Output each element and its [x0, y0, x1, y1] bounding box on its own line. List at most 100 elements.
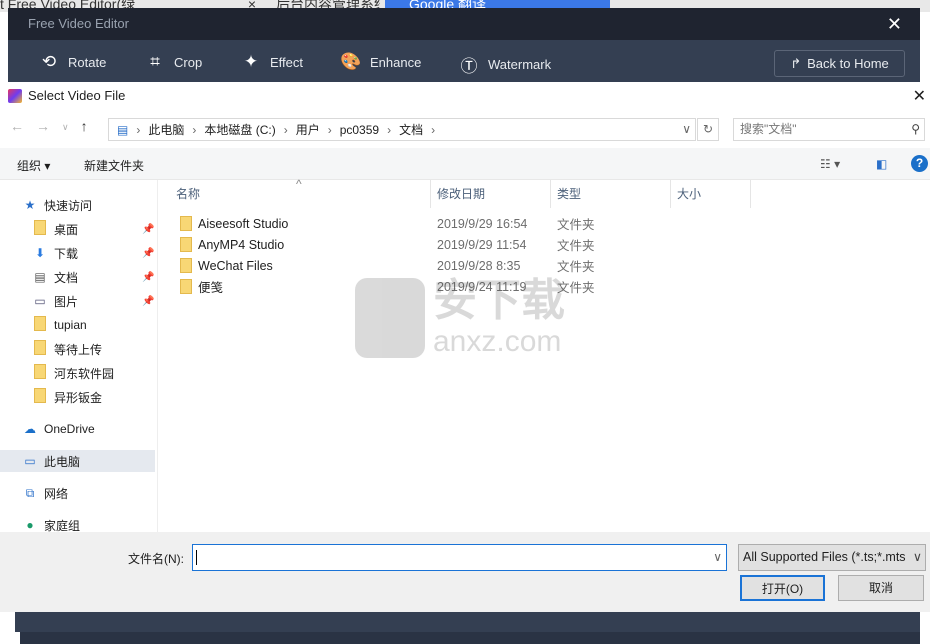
- chevron-down-icon[interactable]: ∨: [682, 122, 691, 136]
- star-icon: ★: [24, 198, 36, 212]
- watermark-button[interactable]: Ⓣ Watermark: [458, 52, 552, 77]
- picture-icon: ▭: [34, 294, 46, 308]
- sidebar-item[interactable]: ⧉ 网络: [0, 482, 155, 504]
- breadcrumb-item[interactable]: 用户: [296, 121, 320, 138]
- document-icon: ▤: [34, 270, 46, 284]
- search-icon: ⚲: [911, 122, 920, 136]
- sidebar-item-label: 下载: [54, 246, 79, 261]
- app-title: Free Video Editor: [28, 16, 129, 31]
- address-bar[interactable]: ▤ › 此电脑 › 本地磁盘 (C:) › 用户 › pc0359 › 文档 › ∨: [108, 118, 696, 141]
- tool-label: Enhance: [370, 54, 422, 70]
- palette-icon: 🎨: [340, 52, 362, 71]
- search-input[interactable]: 搜索"文档" ⚲: [733, 118, 925, 141]
- folder-icon: [180, 237, 192, 252]
- breadcrumb-item[interactable]: 本地磁盘 (C:): [204, 121, 275, 138]
- close-icon[interactable]: ×: [248, 0, 256, 11]
- sidebar-item[interactable]: 异形钣金: [0, 386, 155, 408]
- sidebar-item[interactable]: 桌面 📌: [0, 218, 155, 240]
- sidebar-item-label: 快速访问: [44, 198, 93, 213]
- enhance-button[interactable]: 🎨 Enhance: [340, 52, 421, 72]
- view-options-icon[interactable]: ☷ ▾: [820, 157, 840, 171]
- folder-icon: [32, 220, 48, 238]
- back-arrow-icon[interactable]: ←: [10, 118, 24, 136]
- file-type: 文件夹: [557, 239, 595, 253]
- dialog-title-bar: Select Video File: [8, 88, 125, 103]
- open-button[interactable]: 打开(O): [740, 575, 825, 601]
- command-bar: 组织 ▾ 新建文件夹 ☷ ▾ ◧ ?: [0, 148, 930, 180]
- app-window-bottom: [15, 612, 920, 632]
- sidebar-item[interactable]: 等待上传: [0, 338, 155, 360]
- cancel-button[interactable]: 取消: [838, 575, 924, 601]
- help-icon[interactable]: ?: [911, 155, 928, 172]
- sidebar-item[interactable]: ▭ 图片 📌: [0, 290, 155, 312]
- file-type: 文件夹: [557, 260, 595, 274]
- column-header-type[interactable]: 类型: [551, 180, 671, 208]
- forward-arrow-icon[interactable]: →: [36, 118, 50, 136]
- refresh-button[interactable]: ↻: [697, 118, 719, 141]
- file-row[interactable]: Aiseesoft Studio 2019/9/29 16:54 文件夹: [176, 213, 776, 234]
- pin-icon[interactable]: 📌: [142, 248, 154, 259]
- filename-input[interactable]: ∨: [192, 544, 727, 571]
- computer-icon: ▭: [24, 454, 36, 468]
- network-icon: ⧉: [25, 485, 35, 500]
- rotate-button[interactable]: ⟲ Rotate: [38, 52, 106, 72]
- file-type-select[interactable]: All Supported Files (*.ts;*.mts ∨: [738, 544, 926, 571]
- sidebar-item[interactable]: ★ 快速访问: [0, 194, 155, 216]
- column-header-name[interactable]: 名称 ^: [170, 177, 431, 208]
- chevron-down-icon[interactable]: ∨: [62, 118, 69, 136]
- sidebar-item[interactable]: ▤ 文档 📌: [0, 266, 155, 288]
- name-text: WeChat Files: [198, 258, 273, 273]
- column-header-size[interactable]: 大小: [671, 180, 751, 208]
- sidebar-item[interactable]: 河东软件园: [0, 362, 155, 384]
- folder-icon: [32, 340, 48, 358]
- stars-icon: ✦: [243, 52, 259, 71]
- preview-pane-icon[interactable]: ◧: [876, 157, 887, 171]
- crop-button[interactable]: ⌗ Crop: [144, 52, 202, 72]
- new-folder-button[interactable]: 新建文件夹: [84, 157, 144, 174]
- sidebar-item-label: 河东软件园: [54, 366, 115, 381]
- search-placeholder: 搜索"文档": [740, 122, 797, 136]
- sidebar-item[interactable]: tupian: [0, 314, 155, 336]
- crop-icon: ⌗: [150, 52, 160, 71]
- pin-icon[interactable]: 📌: [142, 272, 154, 283]
- file-name: AnyMP4 Studio: [180, 237, 435, 252]
- sidebar-item[interactable]: ⬇ 下载 📌: [0, 242, 155, 264]
- file-name: Aiseesoft Studio: [180, 216, 435, 231]
- name-text: 便笺: [198, 281, 224, 295]
- sidebar-item[interactable]: ☁ OneDrive: [0, 418, 155, 440]
- effect-button[interactable]: ✦ Effect: [240, 52, 303, 72]
- breadcrumb-item[interactable]: pc0359: [340, 123, 379, 137]
- name-text: Aiseesoft Studio: [198, 216, 289, 231]
- pin-icon[interactable]: 📌: [142, 296, 154, 307]
- close-icon[interactable]: ✕: [913, 86, 926, 106]
- watermark-text: 安下载: [433, 276, 565, 325]
- sidebar-item-label: 网络: [44, 486, 69, 501]
- sidebar-item-label: 图片: [54, 294, 79, 309]
- document-icon: ▤: [117, 122, 129, 137]
- sidebar-item-label: 文档: [54, 270, 79, 285]
- file-row[interactable]: AnyMP4 Studio 2019/9/29 11:54 文件夹: [176, 234, 776, 255]
- breadcrumb-item[interactable]: 文档: [399, 121, 423, 138]
- dialog-title: Select Video File: [28, 88, 126, 103]
- chevron-down-icon[interactable]: ∨: [713, 550, 722, 564]
- pin-icon[interactable]: 📌: [142, 224, 154, 235]
- chevron-down-icon: ∨: [912, 545, 922, 570]
- folder-icon: [180, 258, 192, 273]
- back-to-home-button[interactable]: ↱ Back to Home: [774, 50, 905, 77]
- download-icon: ⬇: [34, 246, 46, 260]
- file-row[interactable]: WeChat Files 2019/9/28 8:35 文件夹: [176, 255, 776, 276]
- onedrive-icon: ☁: [24, 422, 36, 436]
- organize-button[interactable]: 组织 ▾: [17, 157, 50, 174]
- folder-icon: [180, 216, 192, 231]
- sidebar-item-label: 家庭组: [44, 518, 81, 533]
- sidebar-item[interactable]: ▭ 此电脑: [0, 450, 155, 472]
- header-label: 类型: [557, 187, 582, 201]
- close-icon[interactable]: ✕: [887, 14, 902, 35]
- tool-label: Crop: [174, 54, 203, 70]
- column-header-date[interactable]: 修改日期: [431, 180, 551, 208]
- up-arrow-icon[interactable]: ↑: [81, 118, 88, 136]
- app-window-shadow: [20, 632, 920, 644]
- file-dialog: Select Video File ✕ ← → ∨ ↑ ▤ › 此电脑 › 本地磁盘 (C…: [0, 82, 930, 612]
- breadcrumb-item[interactable]: 此电脑: [148, 121, 184, 138]
- button-label: Back to Home: [807, 56, 889, 71]
